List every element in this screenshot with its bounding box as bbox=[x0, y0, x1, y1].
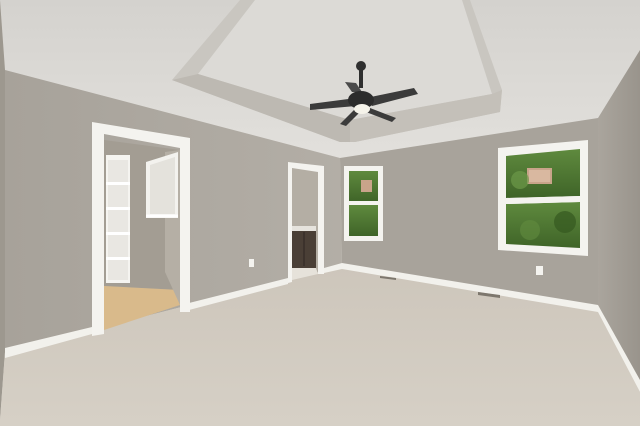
window-icon bbox=[344, 166, 383, 241]
empty-bedroom-photo bbox=[0, 0, 640, 426]
closet-hanging-shelf bbox=[146, 152, 178, 218]
left-edge-wall bbox=[0, 0, 5, 420]
outlet-icon bbox=[536, 266, 543, 275]
large-window bbox=[498, 140, 588, 256]
outlet-icon bbox=[249, 259, 254, 267]
bathroom-doorway[interactable] bbox=[288, 162, 324, 283]
closet-doorway[interactable] bbox=[92, 122, 190, 336]
shelving-icon bbox=[106, 155, 130, 283]
